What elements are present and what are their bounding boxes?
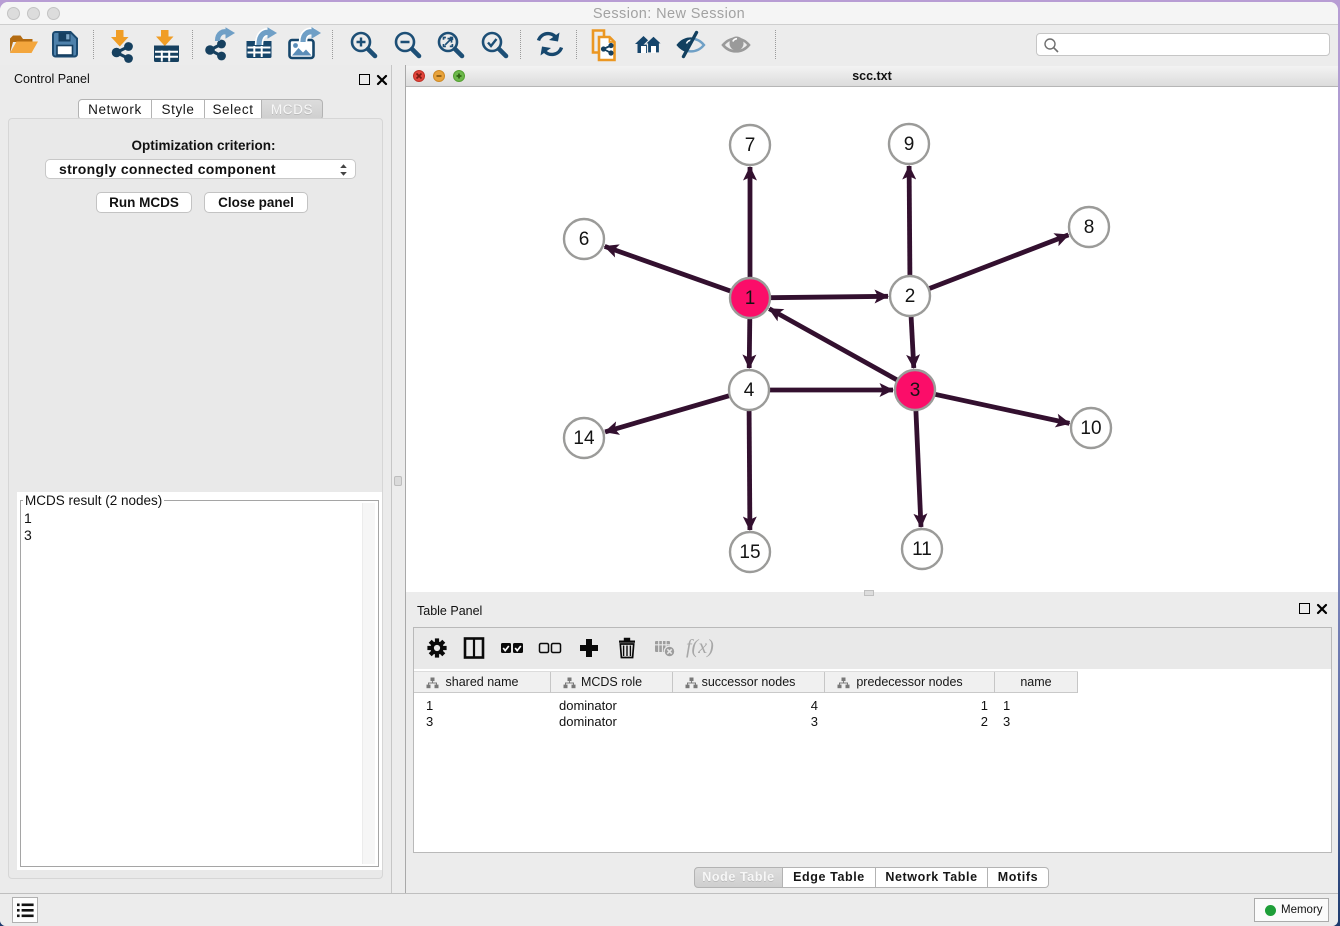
- svg-text:4: 4: [744, 380, 755, 401]
- svg-text:3: 3: [910, 380, 921, 401]
- svg-text:8: 8: [1084, 217, 1095, 238]
- svg-text:14: 14: [573, 428, 595, 449]
- svg-text:9: 9: [904, 134, 915, 155]
- svg-text:15: 15: [739, 542, 760, 563]
- svg-text:10: 10: [1080, 418, 1101, 439]
- svg-text:11: 11: [912, 539, 932, 560]
- svg-text:7: 7: [745, 135, 756, 156]
- svg-text:1: 1: [745, 288, 756, 309]
- svg-text:6: 6: [579, 229, 590, 250]
- svg-text:2: 2: [905, 286, 916, 307]
